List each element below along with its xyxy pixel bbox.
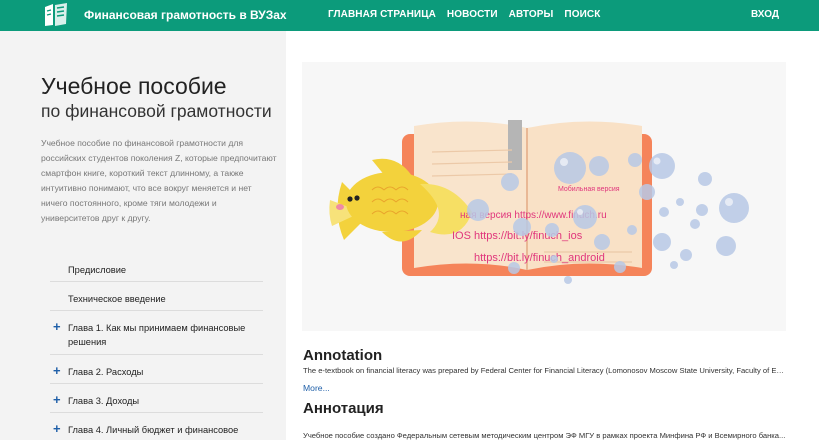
annotation-ru-text: Учебное пособие создано Федеральным сете… bbox=[303, 431, 786, 440]
site-title[interactable]: Финансовая грамотность в ВУЗах bbox=[84, 8, 287, 22]
plus-icon[interactable]: + bbox=[53, 422, 61, 435]
toc-item-label: Глава 3. Доходы bbox=[68, 396, 140, 406]
book-fish-illustration: ная версия https://www.finuch.ru IOS htt… bbox=[329, 120, 749, 284]
toc-item-label: Глава 1. Как мы принимаем финансовые реш… bbox=[68, 323, 246, 347]
toc-item-chapter-2[interactable]: + Глава 2. Расходы bbox=[50, 355, 263, 384]
main-nav: ГЛАВНАЯ СТРАНИЦА НОВОСТИ АВТОРЫ ПОИСК bbox=[328, 9, 600, 20]
toc-item-label: Техническое введение bbox=[68, 294, 166, 304]
plus-icon[interactable]: + bbox=[53, 320, 61, 333]
toc-item-label: Предисловие bbox=[68, 265, 127, 275]
annotation-ru-title: Аннотация bbox=[303, 400, 384, 417]
more-link[interactable]: More... bbox=[303, 383, 330, 393]
login-link[interactable]: ВХОД bbox=[751, 9, 779, 20]
book-intro: Учебное пособие по финансовой грамотност… bbox=[41, 138, 277, 223]
top-navigation-bar: Финансовая грамотность в ВУЗах ГЛАВНАЯ С… bbox=[0, 0, 819, 31]
book-subtitle: по финансовой грамотности bbox=[41, 101, 272, 121]
toc-item-chapter-4[interactable]: + Глава 4. Личный бюджет и финансовое пл… bbox=[50, 413, 263, 440]
hero-small-label: Мобильная версия bbox=[558, 185, 620, 193]
toc-item-preface[interactable]: Предисловие bbox=[50, 253, 263, 282]
annotation-title: Annotation bbox=[303, 347, 383, 364]
hero-text-line3[interactable]: https://bit.ly/finuch_android bbox=[474, 252, 605, 264]
nav-authors[interactable]: АВТОРЫ bbox=[509, 9, 554, 20]
plus-icon[interactable]: + bbox=[53, 364, 61, 377]
book-logo-icon[interactable] bbox=[42, 2, 70, 28]
book-right-page bbox=[527, 121, 642, 270]
table-of-contents: Предисловие Техническое введение + Глава… bbox=[50, 253, 263, 440]
fish-eye bbox=[347, 196, 353, 202]
nav-home[interactable]: ГЛАВНАЯ СТРАНИЦА bbox=[328, 9, 436, 20]
toc-item-label: Глава 2. Расходы bbox=[68, 367, 144, 377]
plus-icon[interactable]: + bbox=[53, 393, 61, 406]
annotation-text: The e-textbook on financial literacy was… bbox=[303, 366, 786, 375]
toc-item-technical-intro[interactable]: Техническое введение bbox=[50, 282, 263, 311]
toc-item-label: Глава 4. Личный бюджет и финансовое план… bbox=[68, 425, 239, 440]
toc-item-chapter-3[interactable]: + Глава 3. Доходы bbox=[50, 384, 263, 413]
nav-search[interactable]: ПОИСК bbox=[564, 9, 600, 20]
right-column: ная версия https://www.finuch.ru IOS htt… bbox=[286, 31, 819, 440]
hero-illustration: ная версия https://www.finuch.ru IOS htt… bbox=[302, 62, 786, 331]
toc-item-chapter-1[interactable]: + Глава 1. Как мы принимаем финансовые р… bbox=[50, 311, 263, 355]
nav-news[interactable]: НОВОСТИ bbox=[447, 9, 498, 20]
book-title: Учебное пособие bbox=[41, 73, 227, 99]
left-column: Учебное пособие по финансовой грамотност… bbox=[0, 31, 286, 440]
